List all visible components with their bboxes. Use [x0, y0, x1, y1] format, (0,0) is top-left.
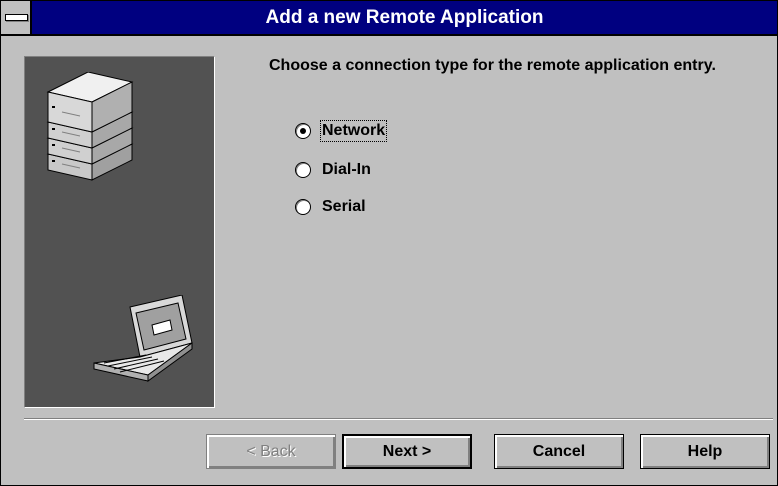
help-button[interactable]: Help [640, 434, 770, 469]
back-button[interactable]: < Back [206, 434, 336, 469]
cancel-button[interactable]: Cancel [494, 434, 624, 469]
footer-divider [24, 418, 773, 420]
radio-network-label[interactable]: Network [320, 120, 388, 142]
server-stack-icon [46, 72, 134, 181]
laptop-icon [93, 295, 193, 382]
window-title: Add a new Remote Application [265, 7, 544, 28]
system-menu-button[interactable] [1, 1, 32, 34]
radio-dial-in-indicator[interactable] [295, 162, 311, 178]
wizard-illustration-panel [24, 56, 215, 408]
instruction-text: Choose a connection type for the remote … [269, 57, 716, 74]
radio-network-indicator[interactable] [295, 123, 311, 139]
radio-serial-label[interactable]: Serial [320, 196, 368, 218]
radio-selected-dot [300, 128, 306, 134]
title-bar: Add a new Remote Application [1, 1, 777, 36]
radio-serial-indicator[interactable] [295, 199, 311, 215]
next-button[interactable]: Next > [342, 434, 472, 469]
system-menu-icon [5, 14, 28, 21]
radio-dial-in-label[interactable]: Dial-In [320, 159, 373, 181]
dialog-window: Add a new Remote Application Choose a co… [0, 0, 778, 486]
